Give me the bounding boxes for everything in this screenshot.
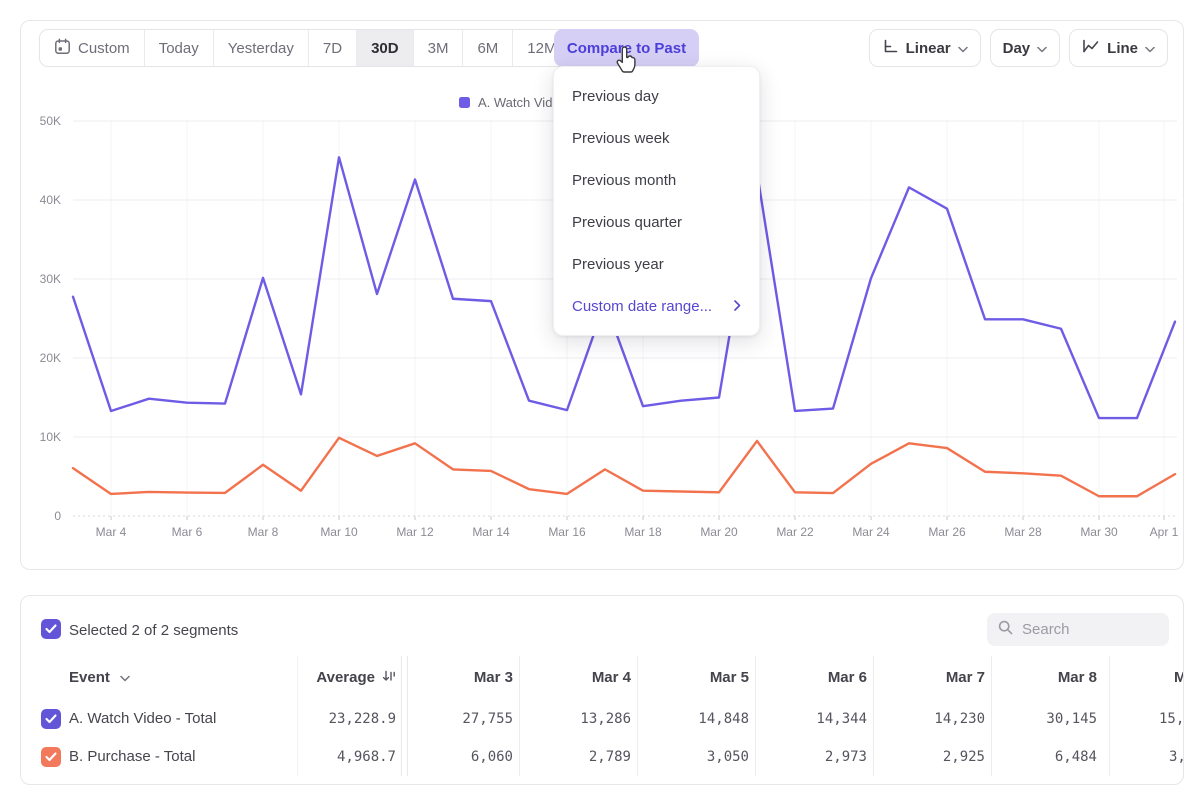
chevron-down-icon — [120, 669, 130, 686]
cell-value: 4,968.7 — [337, 747, 396, 767]
event-header-label: Event — [69, 669, 110, 686]
cell-value-clipped: 15, — [1159, 709, 1184, 729]
menu-item-previous-month[interactable]: Previous month — [554, 159, 759, 201]
search-box[interactable] — [987, 613, 1169, 646]
menu-item-previous-quarter[interactable]: Previous quarter — [554, 201, 759, 243]
svg-text:20K: 20K — [40, 351, 61, 365]
column-divider — [755, 656, 756, 776]
cell-value: 14,230 — [934, 709, 985, 729]
compare-to-past-menu: Previous dayPrevious weekPrevious monthP… — [553, 66, 760, 336]
menu-item-previous-day[interactable]: Previous day — [554, 75, 759, 117]
svg-text:40K: 40K — [40, 193, 61, 207]
column-header-mar-5: Mar 5 — [710, 668, 749, 688]
svg-text:Mar 8: Mar 8 — [248, 525, 279, 539]
analytics-dashboard: CustomTodayYesterday7D30D3M6M12M Compare… — [0, 0, 1200, 802]
segments-panel: Selected 2 of 2 segments Event Average Ma… — [20, 595, 1184, 785]
column-header-mar-7: Mar 7 — [946, 668, 985, 688]
svg-text:Apr 1: Apr 1 — [1150, 525, 1179, 539]
svg-text:Mar 20: Mar 20 — [700, 525, 738, 539]
column-header-mar-6: Mar 6 — [828, 668, 867, 688]
segment-label[interactable]: B. Purchase - Total — [69, 747, 195, 767]
column-divider — [519, 656, 520, 776]
svg-text:Mar 18: Mar 18 — [624, 525, 662, 539]
cell-value: 3,050 — [707, 747, 749, 767]
svg-text:Mar 28: Mar 28 — [1004, 525, 1042, 539]
column-header-clipped: M — [1174, 668, 1184, 688]
svg-text:10K: 10K — [40, 430, 61, 444]
cell-value: 6,060 — [471, 747, 513, 767]
svg-text:Mar 10: Mar 10 — [320, 525, 358, 539]
select-all-checkbox[interactable] — [41, 619, 61, 639]
column-header-mar-8: Mar 8 — [1058, 668, 1097, 688]
svg-text:Mar 6: Mar 6 — [172, 525, 203, 539]
segment-label[interactable]: A. Watch Video - Total — [69, 709, 216, 729]
segment-checkbox[interactable] — [41, 709, 61, 729]
svg-text:30K: 30K — [40, 272, 61, 286]
cell-value: 30,145 — [1046, 709, 1097, 729]
cell-value: 2,973 — [825, 747, 867, 767]
svg-text:Mar 30: Mar 30 — [1080, 525, 1118, 539]
svg-text:Mar 12: Mar 12 — [396, 525, 434, 539]
svg-text:Mar 16: Mar 16 — [548, 525, 586, 539]
column-divider — [297, 656, 298, 776]
column-divider — [407, 656, 408, 776]
legend-swatch — [459, 97, 470, 108]
cell-value: 2,789 — [589, 747, 631, 767]
column-divider — [991, 656, 992, 776]
svg-text:Mar 4: Mar 4 — [96, 525, 127, 539]
svg-text:Mar 22: Mar 22 — [776, 525, 814, 539]
menu-item-custom-date-range[interactable]: Custom date range... — [554, 285, 759, 327]
column-header-mar-3: Mar 3 — [474, 668, 513, 688]
column-divider — [873, 656, 874, 776]
cell-value: 13,286 — [580, 709, 631, 729]
custom-date-range-label: Custom date range... — [572, 298, 712, 315]
cell-value: 6,484 — [1055, 747, 1097, 767]
cell-value-clipped: 3, — [1169, 747, 1184, 767]
selected-segments-text: Selected 2 of 2 segments — [69, 622, 238, 639]
svg-text:Mar 24: Mar 24 — [852, 525, 890, 539]
cell-value: 14,344 — [816, 709, 867, 729]
search-input[interactable] — [1022, 621, 1152, 638]
cell-value: 14,848 — [698, 709, 749, 729]
column-header-mar-4: Mar 4 — [592, 668, 631, 688]
menu-item-previous-year[interactable]: Previous year — [554, 243, 759, 285]
column-divider — [401, 656, 402, 776]
cell-value: 23,228.9 — [329, 709, 396, 729]
column-divider — [637, 656, 638, 776]
svg-text:Mar 26: Mar 26 — [928, 525, 966, 539]
event-column-header[interactable]: Event — [69, 668, 130, 688]
menu-item-previous-week[interactable]: Previous week — [554, 117, 759, 159]
svg-text:50K: 50K — [40, 114, 61, 128]
chevron-right-icon — [734, 298, 741, 315]
cell-value: 2,925 — [943, 747, 985, 767]
segment-checkbox[interactable] — [41, 747, 61, 767]
svg-text:Mar 14: Mar 14 — [472, 525, 510, 539]
column-header-average[interactable]: Average — [316, 668, 396, 688]
cell-value: 27,755 — [462, 709, 513, 729]
column-divider — [1109, 656, 1110, 776]
average-header-label: Average — [316, 669, 375, 686]
search-icon — [997, 619, 1014, 641]
sort-descending-icon — [382, 669, 396, 686]
svg-text:0: 0 — [54, 509, 61, 523]
